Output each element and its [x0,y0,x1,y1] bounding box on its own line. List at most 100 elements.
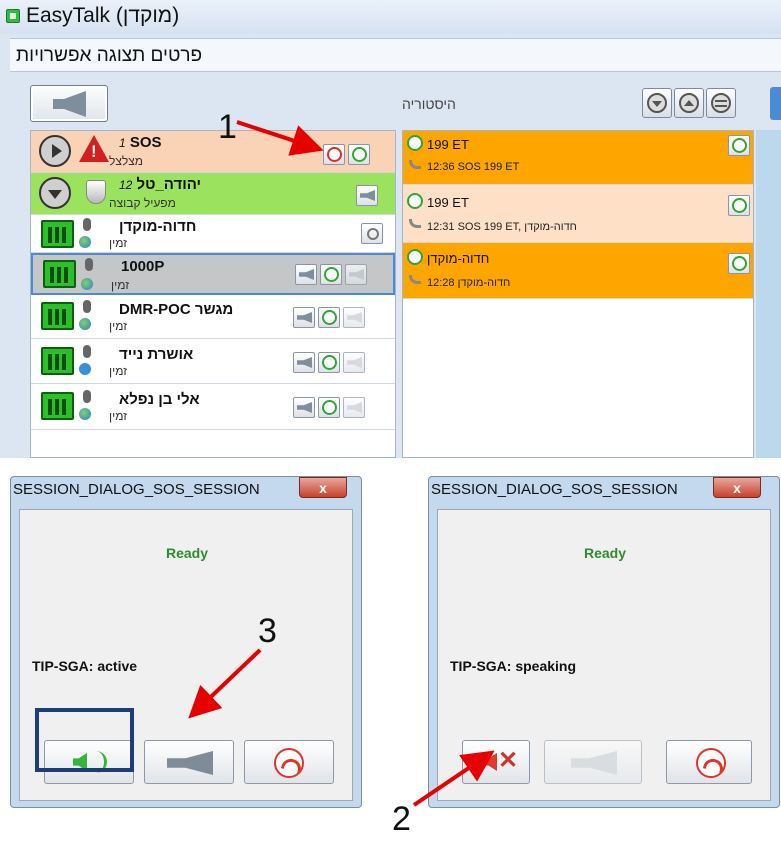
user-name: אושרת נייד [119,346,194,363]
message-button[interactable] [345,264,367,285]
speaker-highlight [35,708,134,772]
call-button[interactable] [318,397,340,418]
history-detail: 12:36 SOS 199 ET [427,161,520,173]
annotation-label-1: 1 [218,108,237,146]
mic-icon [85,258,93,271]
chevron-down-icon [652,101,662,107]
history-detail: 12:31 SOS 199 ET, חדוה-מוקדן [427,221,577,233]
user-name: SOS [129,134,162,151]
globe-icon [79,236,91,248]
ptt-button[interactable] [356,185,378,206]
megaphone-icon [299,269,314,280]
user-name: DMR-POC מגשר [119,301,234,318]
user-row[interactable]: אלי בן נפלא זמין [31,384,395,430]
call-back-button[interactable] [728,195,750,216]
user-status: זמין [109,409,128,423]
scroll-up-button[interactable] [674,88,704,118]
user-row[interactable]: חדוה-מוקדן זמין [31,215,395,253]
user-status: זמין [111,278,130,292]
hangup-button[interactable] [244,740,334,784]
dialog-title: SESSION_DIALOG_SOS_SESSION [13,481,260,498]
expand-button[interactable] [39,135,71,167]
megaphone-icon [360,190,375,201]
user-name: חדוה-מוקדן [119,218,197,235]
call-back-button[interactable] [728,253,750,274]
megaphone-icon [167,751,213,775]
phone-icon [732,198,747,213]
user-row-selected[interactable]: 1000P זמין [31,253,395,295]
message-icon [347,312,362,323]
call-button[interactable] [320,264,342,285]
close-button[interactable]: x [713,477,761,498]
phone-icon [732,256,747,271]
history-item[interactable]: 199 ET 12:36 SOS 199 ET [403,131,753,185]
annotation-label-3: 3 [258,612,277,650]
phone-icon [352,147,367,162]
user-name: אלי בן נפלא [119,391,200,408]
mute-speaker-icon [483,753,497,771]
call-button[interactable] [348,144,370,165]
megaphone-icon [297,402,312,413]
signal-icon [43,260,76,288]
handset-icon [409,219,421,228]
ptt-button[interactable] [293,352,315,373]
ready-status: Ready [165,545,209,561]
ptt-button[interactable] [295,264,317,285]
hangup-icon [327,147,342,162]
collapse-button[interactable] [39,177,71,209]
globe-icon [81,278,93,290]
home-icon [79,363,91,375]
phone-icon [322,310,337,325]
history-name: 199 ET [427,195,469,210]
user-number: 1 [119,136,126,150]
sos-session-dialog-right: SESSION_DIALOG_SOS_SESSION x Ready TIP-S… [428,476,780,808]
dialog-body: Ready TIP-SGA: speaking ✕ [437,509,771,801]
user-row-group[interactable]: יהודה_טל 12 מפעיל קבוצה [31,173,395,215]
title-bar: EasyTalk (מוקדן) [0,0,781,34]
history-item[interactable]: חדוה-מוקדן 12:28 חדוה-מוקדן [403,243,753,299]
mute-button[interactable]: ✕ [462,740,530,784]
side-tab[interactable] [770,87,781,120]
megaphone-icon [297,357,312,368]
side-panel [756,130,781,458]
hangup-button[interactable] [666,740,752,784]
shield-icon [86,180,106,204]
ptt-button[interactable] [30,85,108,122]
annotation-label-2: 2 [392,800,411,838]
user-status: זמין [109,319,128,333]
message-button[interactable] [343,352,365,373]
phone-icon [322,400,337,415]
mic-icon [83,390,91,403]
hangup-icon [274,748,304,778]
scroll-down-button[interactable] [642,88,672,118]
history-item[interactable]: 199 ET 12:31 SOS 199 ET, חדוה-מוקדן [403,185,753,243]
ptt-button[interactable] [293,307,315,328]
user-row[interactable]: DMR-POC מגשר זמין [31,295,395,339]
ready-status: Ready [583,545,627,561]
message-button[interactable] [343,397,365,418]
user-status: זמין [109,364,128,378]
user-row-sos[interactable]: ! 1 SOS מצלצל [31,131,395,173]
mic-icon [83,345,91,358]
phone-icon [407,249,423,265]
call-back-button[interactable] [728,135,750,156]
close-button[interactable]: x [299,477,347,498]
user-row[interactable]: אושרת נייד זמין [31,339,395,384]
user-list: ! 1 SOS מצלצל יהודה_טל 12 מפעיל קבוצה חד… [30,130,396,458]
menu-items[interactable]: פרטים תצוגה אפשרויות [16,45,202,67]
ptt-button[interactable] [544,740,642,784]
message-icon [349,269,364,280]
session-status: TIP-SGA: speaking [450,658,577,674]
ptt-button[interactable] [144,740,234,784]
megaphone-icon [297,312,312,323]
message-button[interactable] [343,307,365,328]
call-button[interactable] [318,307,340,328]
ptt-button[interactable] [293,397,315,418]
scroll-end-button[interactable] [706,88,736,118]
hangup-button[interactable] [323,144,345,165]
link-button[interactable] [361,223,383,244]
globe-icon [79,408,91,420]
call-button[interactable] [318,352,340,373]
user-name: יהודה_טל [136,176,202,193]
message-icon [347,357,362,368]
